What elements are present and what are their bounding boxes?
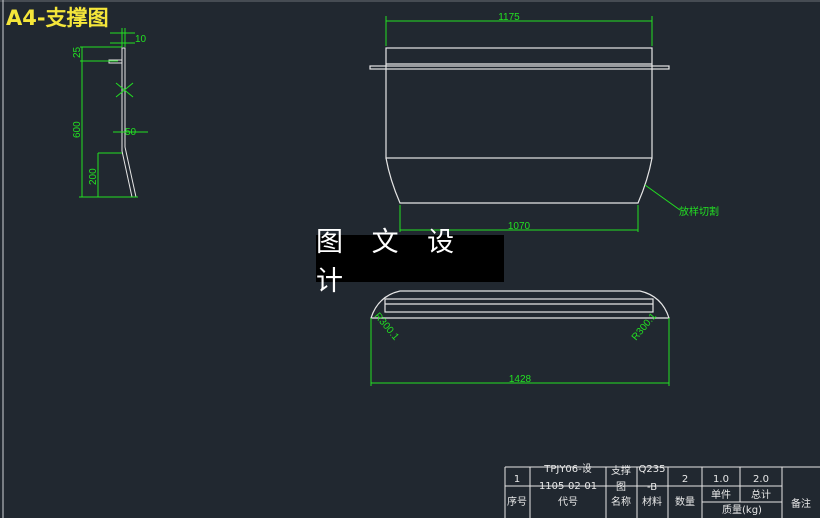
dim-600: 600 — [72, 121, 83, 138]
watermark-banner: 图 文 设 计 — [316, 227, 504, 297]
dim-200: 200 — [88, 168, 99, 185]
tb-h-code: 代号 — [558, 496, 578, 508]
side-view: 10 25 600 200 50 — [72, 28, 148, 198]
tb-h-material: 材料 — [642, 495, 662, 508]
tb-material-1: Q235 — [639, 464, 666, 475]
tb-h-name: 名称 — [611, 495, 631, 508]
tb-unit-mass: 1.0 — [713, 474, 729, 485]
dim-1175: 1175 — [498, 12, 520, 23]
tb-material-2: -B — [647, 482, 657, 493]
tb-quantity: 2 — [682, 474, 688, 485]
dim-10: 10 — [135, 34, 147, 45]
front-view: 1175 1070 放样切割 — [369, 12, 719, 232]
tb-h-total: 总计 — [751, 488, 771, 501]
tb-h-mass: 质量(kg) — [722, 504, 762, 516]
dim-1428: 1428 — [509, 374, 532, 385]
dim-1070: 1070 — [508, 221, 531, 232]
tb-code-1: TPJY06-设 — [543, 463, 592, 475]
cut-note: 放样切割 — [679, 205, 719, 218]
radius-left: R300.1 — [372, 311, 401, 343]
dim-50: 50 — [125, 127, 137, 138]
tb-seq: 1 — [514, 474, 520, 485]
tb-h-quantity: 数量 — [675, 495, 695, 508]
tb-h-seq: 序号 — [507, 495, 527, 508]
radius-right: R300.1 — [630, 311, 659, 343]
tb-total-mass: 2.0 — [753, 474, 769, 485]
tb-h-unit: 单件 — [711, 489, 731, 501]
dim-25: 25 — [72, 46, 83, 58]
top-view: 1428 R300.1 R300.1 — [370, 290, 670, 386]
title-block: 1 TPJY06-设 1105-02-01 支撑 图 Q235 -B 2 1.0… — [504, 463, 820, 518]
tb-code-2: 1105-02-01 — [539, 481, 597, 492]
tb-name-1: 支撑 — [611, 464, 631, 477]
tb-h-remark: 备注 — [791, 497, 811, 510]
tb-name-2: 图 — [616, 481, 626, 493]
